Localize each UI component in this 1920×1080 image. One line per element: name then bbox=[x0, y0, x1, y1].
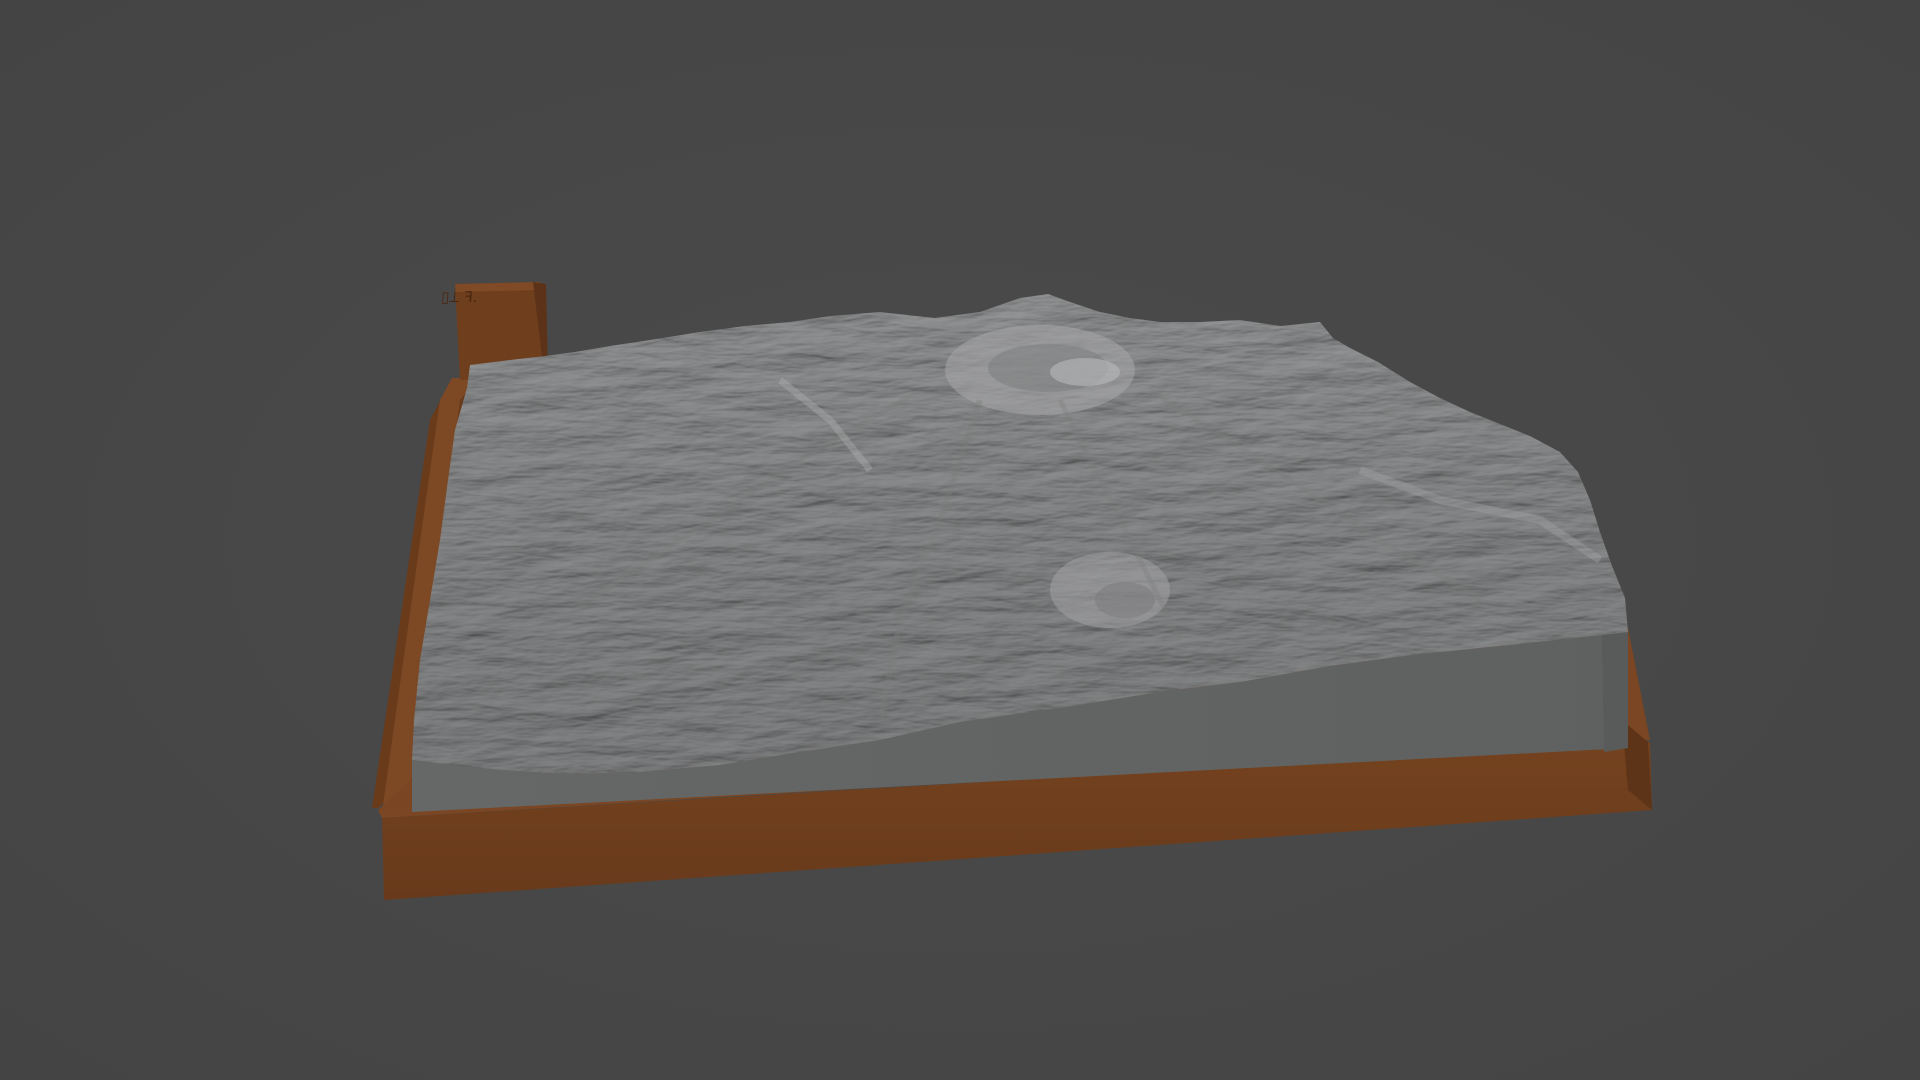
3d-viewport[interactable]: ▯⟂ ꟻ. bbox=[0, 0, 1920, 1080]
terrain-model-scene: ▯⟂ ꟻ. bbox=[372, 282, 1652, 900]
label-block-engraving: ▯⟂ ꟻ. bbox=[441, 288, 479, 306]
